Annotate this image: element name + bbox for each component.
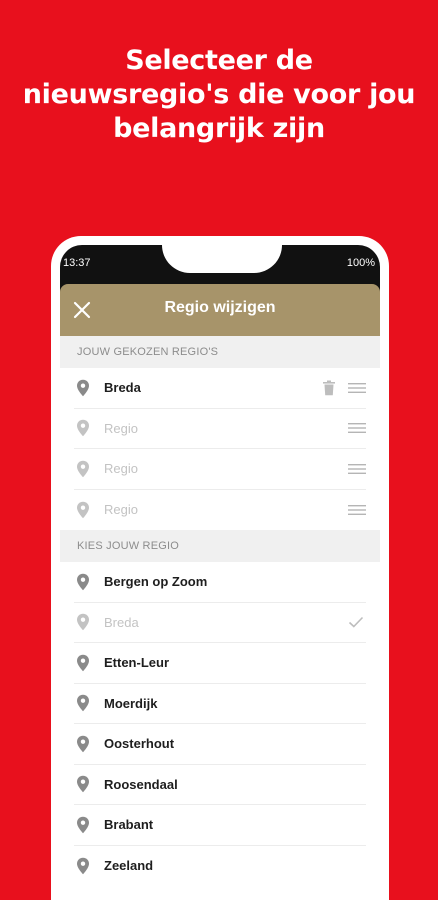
region-label: Regio (104, 420, 138, 436)
selected-region-row[interactable]: Regio (74, 409, 366, 449)
region-option-row[interactable]: Breda (74, 603, 366, 643)
region-label: Brabant (104, 817, 154, 833)
status-battery: 100% (346, 257, 375, 269)
row-actions (348, 603, 366, 643)
region-list: JOUW GEKOZEN REGIO'S Breda Regio Regio Regi… (60, 336, 380, 900)
checkmark-icon (348, 617, 364, 628)
location-pin-icon (77, 695, 89, 712)
region-label: Zeeland (104, 858, 154, 874)
region-option-row[interactable]: Etten-Leur (74, 643, 366, 684)
location-pin-icon (77, 573, 89, 590)
selected-regions-list: Breda Regio Regio Regio (60, 368, 380, 530)
drag-handle-icon[interactable] (348, 422, 366, 434)
location-pin-icon (77, 501, 89, 518)
row-actions (348, 449, 366, 489)
region-label: Moerdijk (104, 695, 158, 711)
region-label: Bergen op Zoom (104, 574, 208, 590)
status-time: 13:37 (63, 257, 91, 269)
selected-region-row[interactable]: Regio (74, 449, 366, 490)
region-label: Regio (104, 502, 138, 518)
region-label: Oosterhout (104, 736, 175, 752)
drag-handle-icon[interactable] (348, 463, 366, 475)
region-option-row[interactable]: Roosendaal (74, 765, 366, 805)
location-pin-icon (77, 776, 89, 793)
region-option-row[interactable]: Brabant (74, 805, 366, 846)
section-header-selected: JOUW GEKOZEN REGIO'S (60, 336, 380, 368)
row-actions (348, 490, 366, 531)
phone-notch (162, 245, 282, 273)
choose-regions-list: Bergen op Zoom Breda Etten-Leur Moerdijk Oos… (60, 562, 380, 886)
drag-handle-icon[interactable] (348, 382, 366, 394)
phone-frame: 13:37 100% Regio wijzigen JOUW GEKOZEN R… (51, 236, 389, 900)
location-pin-icon (77, 654, 89, 671)
app-header: Regio wijzigen (60, 284, 380, 336)
region-label: Breda (104, 380, 141, 396)
selected-region-row[interactable]: Regio (74, 490, 366, 531)
region-option-row[interactable]: Bergen op Zoom (74, 562, 366, 603)
location-pin-icon (77, 735, 89, 752)
page-title: Regio wijzigen (164, 299, 276, 316)
trash-icon[interactable] (322, 380, 336, 396)
section-header-choose: KIES JOUW REGIO (60, 530, 380, 562)
headline-line-1: Selecteer de (125, 45, 313, 76)
headline-line-3: belangrijk zijn (113, 113, 325, 144)
region-label: Etten-Leur (104, 655, 169, 671)
row-actions (348, 409, 366, 449)
headline-line-2: nieuwsregio's die voor jou (22, 79, 416, 110)
region-option-row[interactable]: Moerdijk (74, 684, 366, 724)
row-actions (322, 368, 366, 408)
region-option-row[interactable]: Oosterhout (74, 724, 366, 765)
location-pin-icon (77, 857, 89, 874)
location-pin-icon (77, 420, 89, 437)
location-pin-icon (77, 614, 89, 631)
region-label: Roosendaal (104, 776, 178, 792)
region-label: Breda (104, 614, 139, 630)
region-option-row[interactable]: Zeeland (74, 846, 366, 887)
promo-headline: Selecteer de nieuwsregio's die voor jou … (0, 44, 438, 146)
selected-region-row[interactable]: Breda (74, 368, 366, 409)
region-label: Regio (104, 461, 138, 477)
location-pin-icon (77, 379, 89, 396)
drag-handle-icon[interactable] (348, 504, 366, 516)
location-pin-icon (77, 816, 89, 833)
location-pin-icon (77, 460, 89, 477)
